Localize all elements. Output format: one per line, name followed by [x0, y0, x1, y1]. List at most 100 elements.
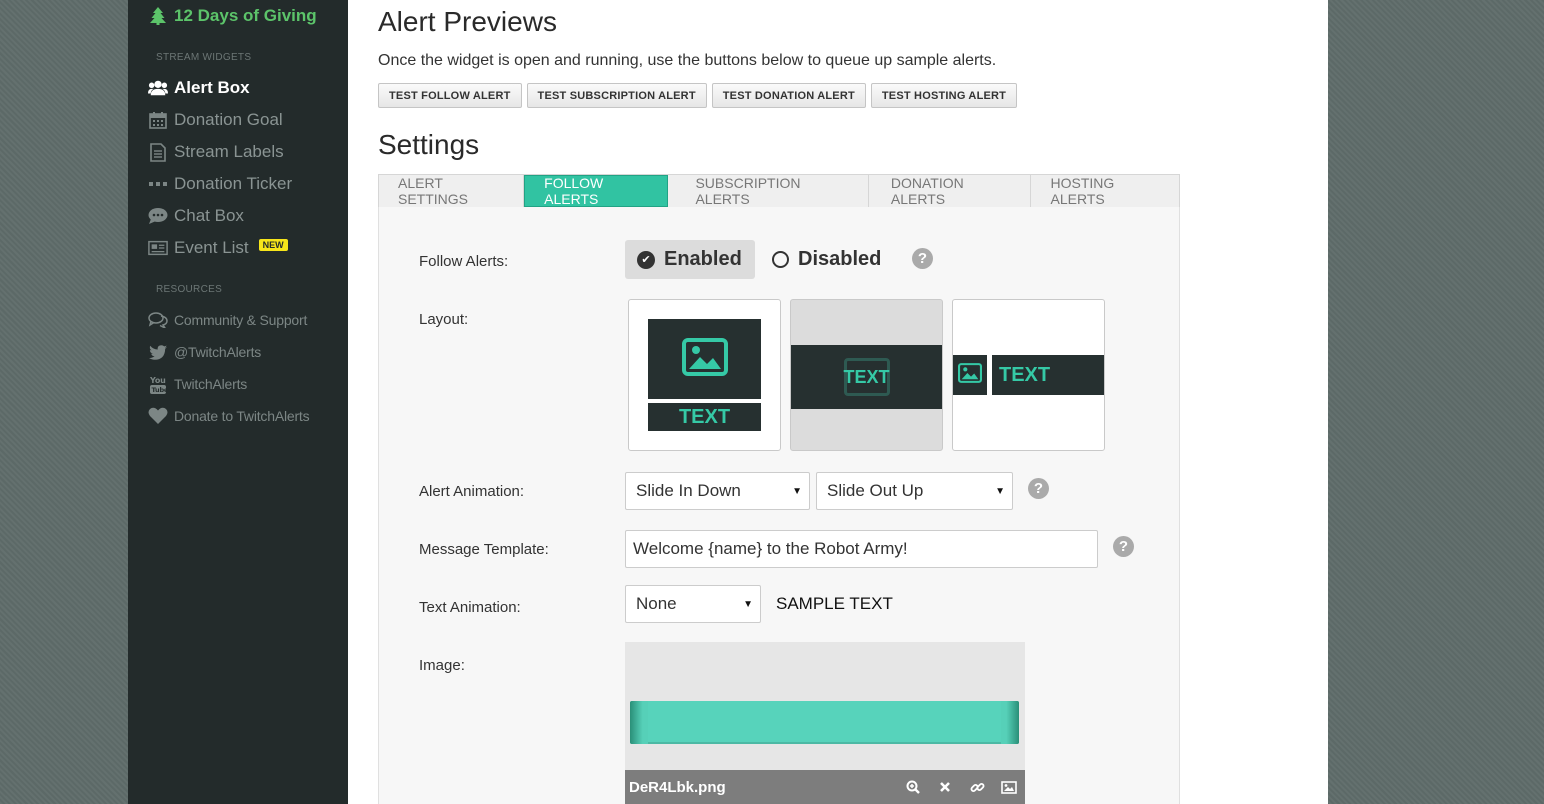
image-preview: DeR4Lbk.png: [625, 642, 1025, 804]
layout-text-area: TEXT: [648, 403, 761, 431]
follow-alerts-label: Follow Alerts:: [419, 253, 509, 270]
test-alert-buttons: TEST FOLLOW ALERT TEST SUBSCRIPTION ALER…: [378, 83, 1018, 108]
animation-in-value: Slide In Down: [636, 481, 741, 500]
layout-option-image-above-text[interactable]: TEXT: [628, 299, 781, 451]
newspaper-icon: [148, 239, 168, 257]
sidebar-item-label: Community & Support: [174, 312, 308, 328]
text-animation-select[interactable]: None ▼: [625, 585, 761, 623]
settings-tabs: ALERT SETTINGS FOLLOW ALERTS SUBSCRIPTIO…: [378, 174, 1180, 208]
sidebar-item-alert-box[interactable]: Alert Box: [148, 78, 250, 98]
layout-image-area: [953, 355, 987, 395]
section-heading-resources: RESOURCES: [156, 284, 223, 295]
twitter-icon: [148, 343, 168, 361]
ellipsis-icon: [148, 175, 168, 193]
layout-text-area: TEXT: [992, 355, 1104, 395]
test-follow-alert-button[interactable]: TEST FOLLOW ALERT: [378, 83, 522, 108]
image-label: Image:: [419, 657, 465, 674]
comments-icon: [148, 311, 168, 329]
sidebar-item-donation-goal[interactable]: Donation Goal: [148, 110, 283, 130]
sidebar-item-label: Donate to TwitchAlerts: [174, 408, 310, 424]
calendar-icon: [148, 111, 168, 129]
svg-text:You: You: [149, 376, 166, 385]
layout-label: Layout:: [419, 311, 469, 328]
layout-option-text-over-image[interactable]: TEXT: [790, 299, 943, 451]
sidebar-item-community-support[interactable]: Community & Support: [148, 311, 307, 329]
tab-hosting-alerts[interactable]: HOSTING ALERTS: [1031, 175, 1179, 207]
sidebar: 12 Days of Giving STREAM WIDGETS Alert B…: [128, 0, 348, 804]
banner-right-end: [1001, 701, 1019, 744]
disabled-label: Disabled: [798, 248, 882, 270]
layout-text-area: TEXT: [843, 358, 890, 396]
sidebar-item-12-days-of-giving[interactable]: 12 Days of Giving: [148, 6, 317, 26]
test-donation-alert-button[interactable]: TEST DONATION ALERT: [711, 83, 866, 108]
caret-down-icon: ▼: [743, 598, 753, 610]
image-icon: [958, 362, 982, 388]
zoom-in-icon[interactable]: [897, 770, 929, 804]
image-filename: DeR4Lbk.png: [629, 778, 726, 796]
alert-previews-description: Once the widget is open and running, use…: [378, 52, 997, 69]
animation-out-select[interactable]: Slide Out Up ▼: [816, 472, 1013, 510]
tree-icon: [148, 7, 168, 25]
message-template-label: Message Template:: [419, 541, 549, 558]
remove-icon[interactable]: [929, 770, 961, 804]
alert-previews-title: Alert Previews: [378, 6, 557, 37]
help-icon[interactable]: ?: [1028, 478, 1049, 499]
layout-option-image-left-of-text[interactable]: TEXT: [952, 299, 1105, 451]
new-badge: NEW: [258, 239, 288, 251]
sidebar-item-chat-box[interactable]: Chat Box: [148, 206, 244, 226]
sidebar-item-label: Event List: [174, 238, 249, 257]
animation-in-select[interactable]: Slide In Down ▼: [625, 472, 810, 510]
sidebar-item-label: Donation Goal: [174, 110, 283, 129]
heart-icon: [148, 407, 168, 425]
sidebar-item-stream-labels[interactable]: Stream Labels: [148, 142, 284, 162]
sidebar-item-label: @TwitchAlerts: [174, 344, 262, 360]
message-template-value: Welcome {name} to the Robot Army!: [633, 539, 908, 558]
sidebar-item-youtube[interactable]: You Tube TwitchAlerts: [148, 375, 248, 394]
message-template-input[interactable]: Welcome {name} to the Robot Army!: [625, 530, 1098, 568]
tab-alert-settings[interactable]: ALERT SETTINGS: [379, 175, 525, 207]
sidebar-item-event-list[interactable]: Event List NEW: [148, 238, 288, 258]
help-icon[interactable]: ?: [912, 248, 933, 269]
help-icon[interactable]: ?: [1113, 536, 1134, 557]
alert-animation-label: Alert Animation:: [419, 483, 525, 500]
sample-text: SAMPLE TEXT: [776, 594, 893, 613]
banner-left-end: [630, 701, 648, 744]
image-icon[interactable]: [993, 770, 1025, 804]
caret-down-icon: ▼: [995, 485, 1005, 497]
youtube-icon: You Tube: [148, 375, 168, 394]
svg-text:Tube: Tube: [152, 386, 168, 394]
tab-follow-alerts[interactable]: FOLLOW ALERTS: [524, 175, 669, 207]
text-animation-value: None: [636, 594, 677, 613]
sidebar-item-label: 12 Days of Giving: [174, 6, 317, 25]
text-animation-label: Text Animation:: [419, 599, 521, 616]
layout-banner-area: TEXT: [791, 345, 942, 409]
sidebar-item-label: Chat Box: [174, 206, 244, 225]
tab-donation-alerts[interactable]: DONATION ALERTS: [869, 175, 1031, 207]
sidebar-item-donate[interactable]: Donate to TwitchAlerts: [148, 407, 310, 425]
enabled-option[interactable]: ✔ Enabled: [625, 240, 755, 279]
settings-title: Settings: [378, 129, 480, 160]
sidebar-item-label: Alert Box: [174, 78, 250, 97]
layout-image-area: [648, 319, 761, 399]
disabled-option[interactable]: Disabled: [772, 240, 881, 279]
check-circle-icon: ✔: [637, 250, 655, 269]
sidebar-item-label: Donation Ticker: [174, 174, 293, 193]
users-icon: [148, 79, 168, 97]
sidebar-item-label: TwitchAlerts: [174, 376, 248, 392]
sidebar-item-donation-ticker[interactable]: Donation Ticker: [148, 174, 292, 194]
test-subscription-alert-button[interactable]: TEST SUBSCRIPTION ALERT: [526, 83, 707, 108]
sidebar-item-label: Stream Labels: [174, 142, 284, 161]
sidebar-item-twitter[interactable]: @TwitchAlerts: [148, 343, 261, 361]
test-hosting-alert-button[interactable]: TEST HOSTING ALERT: [870, 83, 1018, 108]
image-toolbar: DeR4Lbk.png: [625, 770, 1025, 804]
caret-down-icon: ▼: [792, 485, 802, 497]
banner-image: [630, 701, 1019, 744]
enabled-label: Enabled: [664, 248, 742, 270]
link-icon[interactable]: [961, 770, 993, 804]
radio-empty-icon: [772, 251, 789, 268]
tab-subscription-alerts[interactable]: SUBSCRIPTION ALERTS: [668, 175, 869, 207]
chat-bubble-icon: [148, 207, 168, 225]
document-icon: [148, 142, 168, 162]
animation-out-value: Slide Out Up: [827, 481, 924, 500]
image-icon: [681, 337, 728, 381]
